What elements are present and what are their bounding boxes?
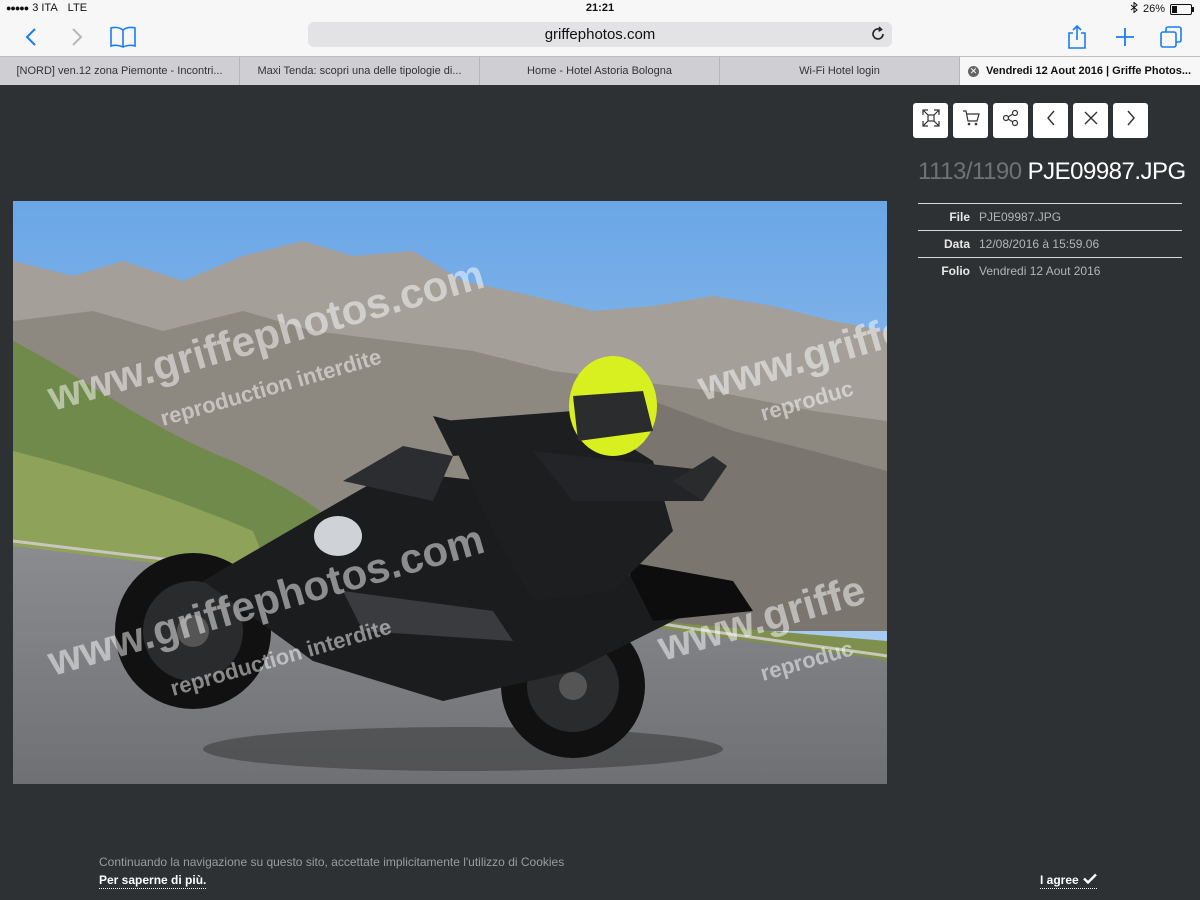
reload-icon[interactable]	[870, 26, 886, 42]
url-text: griffephotos.com	[544, 26, 656, 43]
network-label: LTE	[67, 2, 88, 14]
previous-icon	[1045, 109, 1057, 132]
bluetooth-icon	[1130, 1, 1138, 16]
battery-percent: 26%	[1142, 3, 1165, 15]
meta-value: 12/08/2016 à 15:59.06	[979, 237, 1100, 251]
next-button[interactable]	[1113, 103, 1148, 138]
close-button[interactable]	[1073, 103, 1108, 138]
battery-fill	[1172, 5, 1177, 13]
fullscreen-button[interactable]	[913, 103, 948, 138]
share-icon[interactable]	[1062, 22, 1092, 52]
meta-value: PJE09987.JPG	[979, 210, 1062, 224]
tab-label: Vendredi 12 Aout 2016 | Griffe Photos...	[986, 65, 1191, 77]
cart-icon	[962, 109, 980, 132]
close-icon	[1083, 110, 1099, 131]
tab-incontri[interactable]: [NORD] ven.12 zona Piemonte - Incontri..…	[0, 57, 240, 85]
tabs-icon[interactable]	[1156, 22, 1186, 52]
agree-button[interactable]: I agree	[1040, 873, 1097, 889]
meta-row-folio: Folio Vendredi 12 Aout 2016	[918, 257, 1182, 284]
battery-icon	[1170, 3, 1194, 15]
tab-wifi-login[interactable]: Wi-Fi Hotel login	[720, 57, 960, 85]
photo-title: 1113/1190 PJE09987.JPG	[918, 158, 1186, 186]
cart-button[interactable]	[953, 103, 988, 138]
meta-key: File	[949, 210, 970, 224]
photo-metadata: File PJE09987.JPG Data 12/08/2016 à 15:5…	[918, 203, 1182, 284]
tab-bar: [NORD] ven.12 zona Piemonte - Incontri..…	[0, 56, 1200, 85]
meta-row-file: File PJE09987.JPG	[918, 203, 1182, 230]
next-icon	[1125, 109, 1137, 132]
cookie-more-link[interactable]: Per saperne di più.	[99, 873, 207, 889]
back-icon[interactable]	[16, 22, 46, 52]
main-photo[interactable]: www.griffephotos.com reproduction interd…	[13, 201, 887, 784]
meta-key: Folio	[941, 264, 970, 278]
photo-illustration: www.griffephotos.com reproduction interd…	[13, 201, 887, 784]
agree-label: I agree	[1040, 873, 1079, 887]
status-bar: ●●●●● 3 ITA LTE 21:21 26%	[0, 0, 1200, 18]
forward-icon[interactable]	[62, 22, 92, 52]
share-icon	[1002, 109, 1020, 132]
photo-filename: PJE09987.JPG	[1027, 158, 1187, 185]
photo-counter: 1113/1190	[918, 158, 1022, 185]
clock: 21:21	[585, 2, 615, 14]
close-tab-icon[interactable]: ✕	[968, 65, 979, 77]
tab-maxi-tenda[interactable]: Maxi Tenda: scopri una delle tipologie d…	[240, 57, 480, 85]
tab-label: Maxi Tenda: scopri una delle tipologie d…	[257, 65, 462, 77]
address-bar[interactable]: griffephotos.com	[308, 22, 892, 47]
plus-icon[interactable]	[1110, 22, 1140, 52]
browser-toolbar: griffephotos.com	[0, 18, 1200, 56]
cookie-notice: Continuando la navigazione su questo sit…	[99, 855, 565, 869]
meta-key: Data	[943, 237, 970, 251]
bookmarks-icon[interactable]	[108, 22, 138, 52]
fullscreen-icon	[921, 109, 940, 132]
checkmark-icon	[1082, 873, 1097, 887]
signal-icon: ●●●●●	[6, 3, 29, 13]
previous-button[interactable]	[1033, 103, 1068, 138]
share-button[interactable]	[993, 103, 1028, 138]
tab-label: [NORD] ven.12 zona Piemonte - Incontri..…	[16, 65, 223, 77]
tab-label: Wi-Fi Hotel login	[799, 65, 880, 77]
meta-row-date: Data 12/08/2016 à 15:59.06	[918, 230, 1182, 257]
meta-value: Vendredi 12 Aout 2016	[979, 264, 1101, 278]
tab-label: Home - Hotel Astoria Bologna	[527, 65, 672, 77]
tab-griffe-photos[interactable]: ✕ Vendredi 12 Aout 2016 | Griffe Photos.…	[960, 57, 1200, 85]
carrier-label: 3 ITA	[32, 2, 58, 14]
photo-actions	[913, 103, 1148, 138]
tab-hotel-astoria[interactable]: Home - Hotel Astoria Bologna	[480, 57, 720, 85]
